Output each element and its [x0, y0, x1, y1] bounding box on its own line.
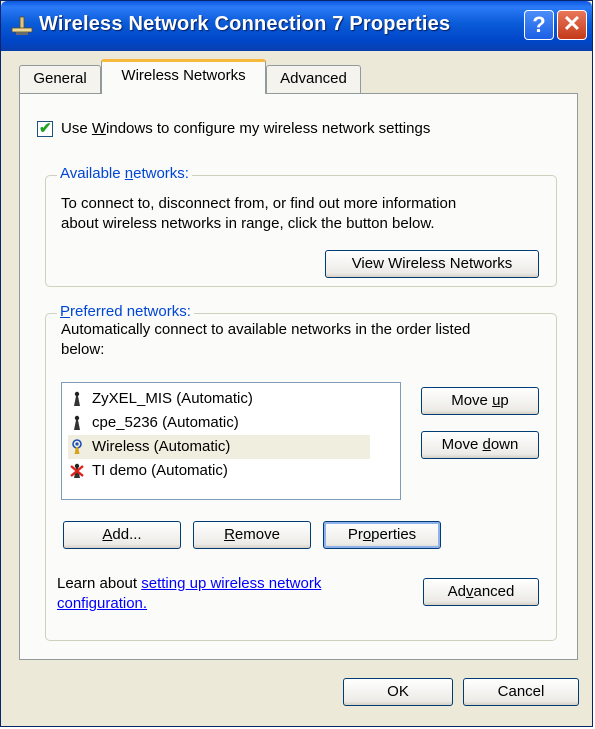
remove-button[interactable]: Remove: [193, 521, 311, 549]
tab-wireless-networks[interactable]: Wireless Networks: [101, 59, 266, 94]
wireless-connected-icon: [72, 439, 82, 454]
help-button[interactable]: ?: [524, 10, 554, 40]
checkmark-icon: ✔: [39, 120, 52, 137]
close-button[interactable]: ✕: [557, 10, 587, 40]
title-bar[interactable]: Wireless Network Connection 7 Properties…: [1, 1, 592, 51]
ok-button[interactable]: OK: [343, 678, 453, 706]
available-networks-title: Available networks:: [57, 165, 192, 182]
close-icon: ✕: [562, 11, 582, 36]
network-row-cpe[interactable]: cpe_5236 (Automatic): [68, 411, 370, 435]
preferred-networks-description: Automatically connect to available netwo…: [61, 321, 471, 358]
setup-help-link[interactable]: setting up wireless network: [141, 575, 321, 592]
move-up-button[interactable]: Move up: [421, 387, 539, 415]
preferred-networks-title: Preferred networks:: [57, 303, 194, 320]
wireless-antenna-icon: [74, 391, 80, 406]
tab-general[interactable]: General: [19, 65, 101, 93]
window-title: Wireless Network Connection 7 Properties: [39, 13, 451, 35]
network-row-zyxel[interactable]: ZyXEL_MIS (Automatic): [68, 387, 370, 411]
network-row-wireless[interactable]: Wireless (Automatic): [68, 435, 370, 459]
preferred-networks-list[interactable]: ZyXEL_MIS (Automatic) cpe_5236 (Automati…: [61, 382, 401, 500]
properties-button[interactable]: Properties: [323, 521, 441, 549]
wireless-antenna-icon: [74, 415, 80, 430]
setup-help-link-continued[interactable]: configuration.: [57, 595, 147, 612]
network-connection-icon: [11, 16, 33, 35]
available-networks-description: To connect to, disconnect from, or find …: [61, 195, 457, 232]
advanced-button[interactable]: Advanced: [423, 578, 539, 606]
cancel-button[interactable]: Cancel: [463, 678, 579, 706]
tab-advanced[interactable]: Advanced: [266, 65, 361, 93]
move-down-button[interactable]: Move down: [421, 431, 539, 459]
wireless-unavailable-icon: [70, 463, 84, 478]
properties-dialog: Wireless Network Connection 7 Properties…: [0, 0, 593, 727]
network-row-ti-demo[interactable]: TI demo (Automatic): [68, 459, 370, 483]
view-wireless-networks-button[interactable]: View Wireless Networks: [325, 250, 539, 278]
learn-about-text: Learn about setting up wireless network …: [57, 575, 322, 612]
use-windows-checkbox[interactable]: ✔: [37, 120, 53, 137]
add-button[interactable]: Add...: [63, 521, 181, 549]
use-windows-label[interactable]: Use Windows to configure my wireless net…: [61, 120, 430, 137]
help-icon: ?: [532, 12, 546, 37]
